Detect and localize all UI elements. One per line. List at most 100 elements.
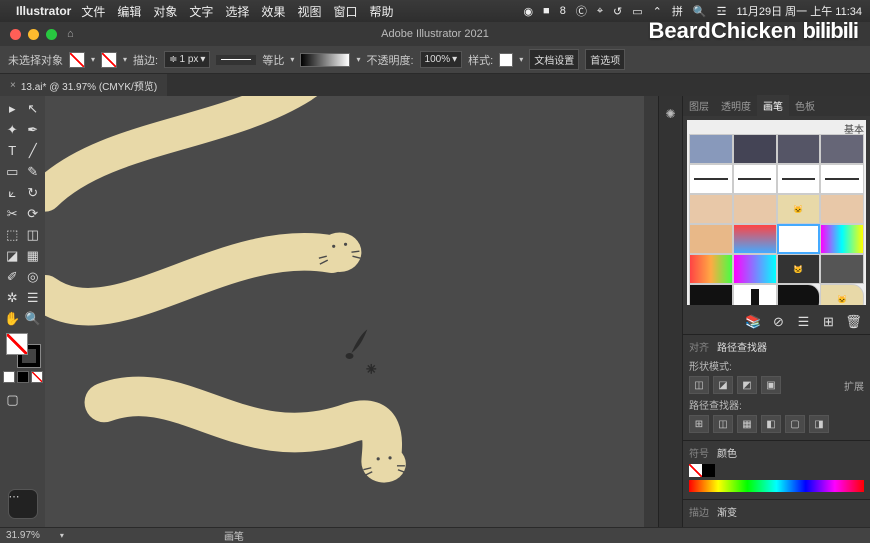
hand-tool[interactable]: ✋ [2, 308, 23, 329]
blend-tool[interactable]: ◎ [23, 266, 44, 287]
stroke-profile[interactable] [216, 55, 256, 65]
menu-effect[interactable]: 效果 [261, 3, 285, 20]
zoom-level[interactable]: 31.97% [6, 530, 40, 541]
menu-file[interactable]: 文件 [81, 3, 105, 20]
brush-definition[interactable] [300, 53, 350, 67]
artwork-canvas[interactable] [45, 96, 658, 511]
divide-button[interactable]: ⊞ [689, 415, 709, 433]
rectangle-tool[interactable]: ▭ [2, 161, 23, 182]
none-swatch-icon[interactable] [689, 464, 702, 477]
wifi-icon[interactable]: ⌃ [653, 5, 662, 18]
camera-icon[interactable]: ■ [543, 5, 550, 17]
vertical-scrollbar[interactable] [644, 96, 658, 527]
magic-wand-tool[interactable]: ✦ [2, 119, 23, 140]
clock[interactable]: 11月29日 周一 上午 11:34 [736, 3, 862, 19]
screen-mode-button[interactable]: ▢ [2, 389, 23, 410]
intersect-button[interactable]: ◩ [737, 376, 757, 394]
exclude-button[interactable]: ▣ [761, 376, 781, 394]
menu-select[interactable]: 选择 [225, 3, 249, 20]
opacity-input[interactable]: 100%▾ [420, 51, 463, 68]
record-icon[interactable]: ◉ [523, 5, 533, 18]
menu-edit[interactable]: 编辑 [117, 3, 141, 20]
selection-tool[interactable]: ▸ [2, 98, 23, 119]
minimize-window-button[interactable] [28, 29, 39, 40]
tab-gradient[interactable]: 渐变 [717, 504, 737, 519]
gradient-icon[interactable] [17, 371, 29, 383]
eyedropper-tool[interactable]: ✐ [2, 266, 23, 287]
fill-swatch[interactable] [69, 52, 85, 68]
brush-libraries-icon[interactable]: 📚 [743, 311, 764, 332]
tab-pathfinder[interactable]: 路径查找器 [717, 339, 767, 354]
tab-brushes[interactable]: 画笔 [757, 95, 789, 116]
style-swatch[interactable] [499, 53, 513, 67]
document-tab[interactable]: × 13.ai* @ 31.97% (CMYK/预览) [0, 74, 167, 96]
new-brush-icon[interactable]: ⊞ [818, 311, 839, 332]
tab-color[interactable]: 颜色 [717, 445, 737, 460]
menu-view[interactable]: 视图 [297, 3, 321, 20]
canvas-area[interactable] [45, 96, 658, 527]
tab-symbols[interactable]: 符号 [689, 445, 709, 460]
panel-icon[interactable]: ✺ [662, 105, 680, 123]
tab-swatches[interactable]: 色板 [789, 95, 821, 116]
fill-color-icon[interactable] [6, 333, 28, 355]
close-tab-icon[interactable]: × [10, 80, 16, 91]
rotate-tool[interactable]: ↻ [23, 182, 44, 203]
shaper-tool[interactable]: ⟀ [2, 182, 23, 203]
solid-color-icon[interactable] [3, 371, 15, 383]
menu-object[interactable]: 对象 [153, 3, 177, 20]
brush-options-icon[interactable]: ☰ [793, 311, 814, 332]
ime-indicator[interactable]: 拼 [672, 3, 683, 19]
unite-button[interactable]: ◫ [689, 376, 709, 394]
menu-help[interactable]: 帮助 [369, 3, 393, 20]
type-tool[interactable]: T [2, 140, 23, 161]
stroke-weight-input[interactable]: ≑1 px▾ [164, 51, 210, 68]
chevron-down-icon[interactable]: ▾ [123, 55, 127, 64]
home-icon[interactable]: ⌂ [67, 28, 74, 40]
line-tool[interactable]: ╱ [23, 140, 44, 161]
battery-icon[interactable]: ▭ [632, 5, 642, 18]
app-name[interactable]: Illustrator [16, 4, 71, 18]
column-graph-tool[interactable]: ☰ [23, 287, 44, 308]
direct-selection-tool[interactable]: ↖ [23, 98, 44, 119]
color-spectrum[interactable] [689, 480, 864, 492]
remove-brushstroke-icon[interactable]: ⊘ [768, 311, 789, 332]
merge-button[interactable]: ▦ [737, 415, 757, 433]
control-center-icon[interactable]: ☲ [717, 5, 727, 18]
symbol-sprayer-tool[interactable]: ✲ [2, 287, 23, 308]
preferences-button[interactable]: 首选项 [585, 49, 625, 70]
edit-toolbar-button[interactable]: ⋯ [8, 489, 38, 519]
shape-builder-tool[interactable]: ◫ [23, 224, 44, 245]
menu-window[interactable]: 窗口 [333, 3, 357, 20]
paintbrush-tool[interactable]: ✎ [23, 161, 44, 182]
scissors-tool[interactable]: ✂ [2, 203, 23, 224]
chevron-down-icon[interactable]: ▾ [91, 55, 95, 64]
sync-icon[interactable]: ↺ [613, 5, 622, 18]
delete-brush-icon[interactable]: 🗑 [843, 311, 864, 332]
width-tool[interactable]: ⟳ [23, 203, 44, 224]
trim-button[interactable]: ◫ [713, 415, 733, 433]
tab-layers[interactable]: 图层 [683, 95, 715, 116]
minus-front-button[interactable]: ◪ [713, 376, 733, 394]
expand-button[interactable]: 扩展 [844, 378, 864, 393]
outline-button[interactable]: ▢ [785, 415, 805, 433]
crop-button[interactable]: ◧ [761, 415, 781, 433]
fill-stroke-indicator[interactable] [6, 333, 40, 367]
menu-type[interactable]: 文字 [189, 3, 213, 20]
minus-back-button[interactable]: ◨ [809, 415, 829, 433]
tab-align[interactable]: 对齐 [689, 339, 709, 354]
zoom-tool[interactable]: 🔍 [23, 308, 44, 329]
pen-tool[interactable]: ✒ [23, 119, 44, 140]
document-setup-button[interactable]: 文档设置 [529, 49, 579, 70]
uniform-label[interactable]: 等比 [262, 52, 284, 68]
search-icon[interactable]: 🔍 [693, 5, 707, 18]
tab-stroke[interactable]: 描边 [689, 504, 709, 519]
zoom-window-button[interactable] [46, 29, 57, 40]
mesh-tool[interactable]: ▦ [23, 245, 44, 266]
black-swatch-icon[interactable] [702, 464, 715, 477]
perspective-tool[interactable]: ◪ [2, 245, 23, 266]
stroke-swatch[interactable] [101, 52, 117, 68]
cc-icon[interactable]: Ⓒ [576, 3, 587, 19]
bluetooth-icon[interactable]: ⌖ [597, 5, 603, 18]
none-color-icon[interactable] [31, 371, 43, 383]
free-transform-tool[interactable]: ⬚ [2, 224, 23, 245]
